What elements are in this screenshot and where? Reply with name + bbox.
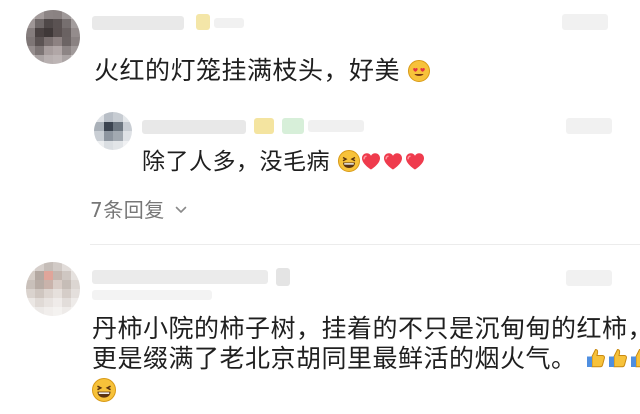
thumbs-up-emoji <box>629 346 640 370</box>
thumbs-up-emoji <box>585 346 607 370</box>
more-replies-label: 7条回复 <box>90 198 165 222</box>
red-heart-icon <box>360 150 382 172</box>
comment-text-line-3 <box>92 378 116 403</box>
comment-divider <box>90 244 640 245</box>
grinning-squint-emoji <box>337 150 360 172</box>
thumbs-up-emoji <box>607 346 629 370</box>
grinning-squint-emoji <box>92 378 116 402</box>
red-heart-icon <box>382 150 404 172</box>
comment-text-line-1: 丹柿小院的柿子树，挂着的不只是沉甸甸的红柿， <box>92 316 640 341</box>
heart-eyes-emoji <box>408 60 431 82</box>
comment-text-line-2: 更是缀满了老北京胡同里最鲜活的烟火气。 <box>92 346 640 371</box>
reply-avatar[interactable] <box>94 112 132 150</box>
reply-text: 除了人多，没毛病 <box>142 150 426 174</box>
like-area-redacted[interactable] <box>566 270 612 286</box>
like-area-redacted[interactable] <box>562 14 608 30</box>
reply-like-area-redacted[interactable] <box>566 118 612 134</box>
reply-body: 除了人多，没毛病 <box>142 149 330 175</box>
comment-body-line-2: 更是缀满了老北京胡同里最鲜活的烟火气。 <box>92 344 577 373</box>
comment-text: 火红的灯笼挂满枝头，好美 <box>94 56 431 85</box>
commenter-avatar[interactable] <box>26 262 80 316</box>
view-more-replies-link[interactable]: 7条回复 <box>90 194 188 223</box>
chevron-down-icon <box>175 206 186 213</box>
commenter-avatar[interactable] <box>26 10 80 64</box>
red-heart-icon <box>404 150 426 172</box>
comment-body: 火红的灯笼挂满枝头，好美 <box>94 56 401 85</box>
comment-body-line-1: 丹柿小院的柿子树，挂着的不只是沉甸甸的红柿， <box>92 314 640 343</box>
